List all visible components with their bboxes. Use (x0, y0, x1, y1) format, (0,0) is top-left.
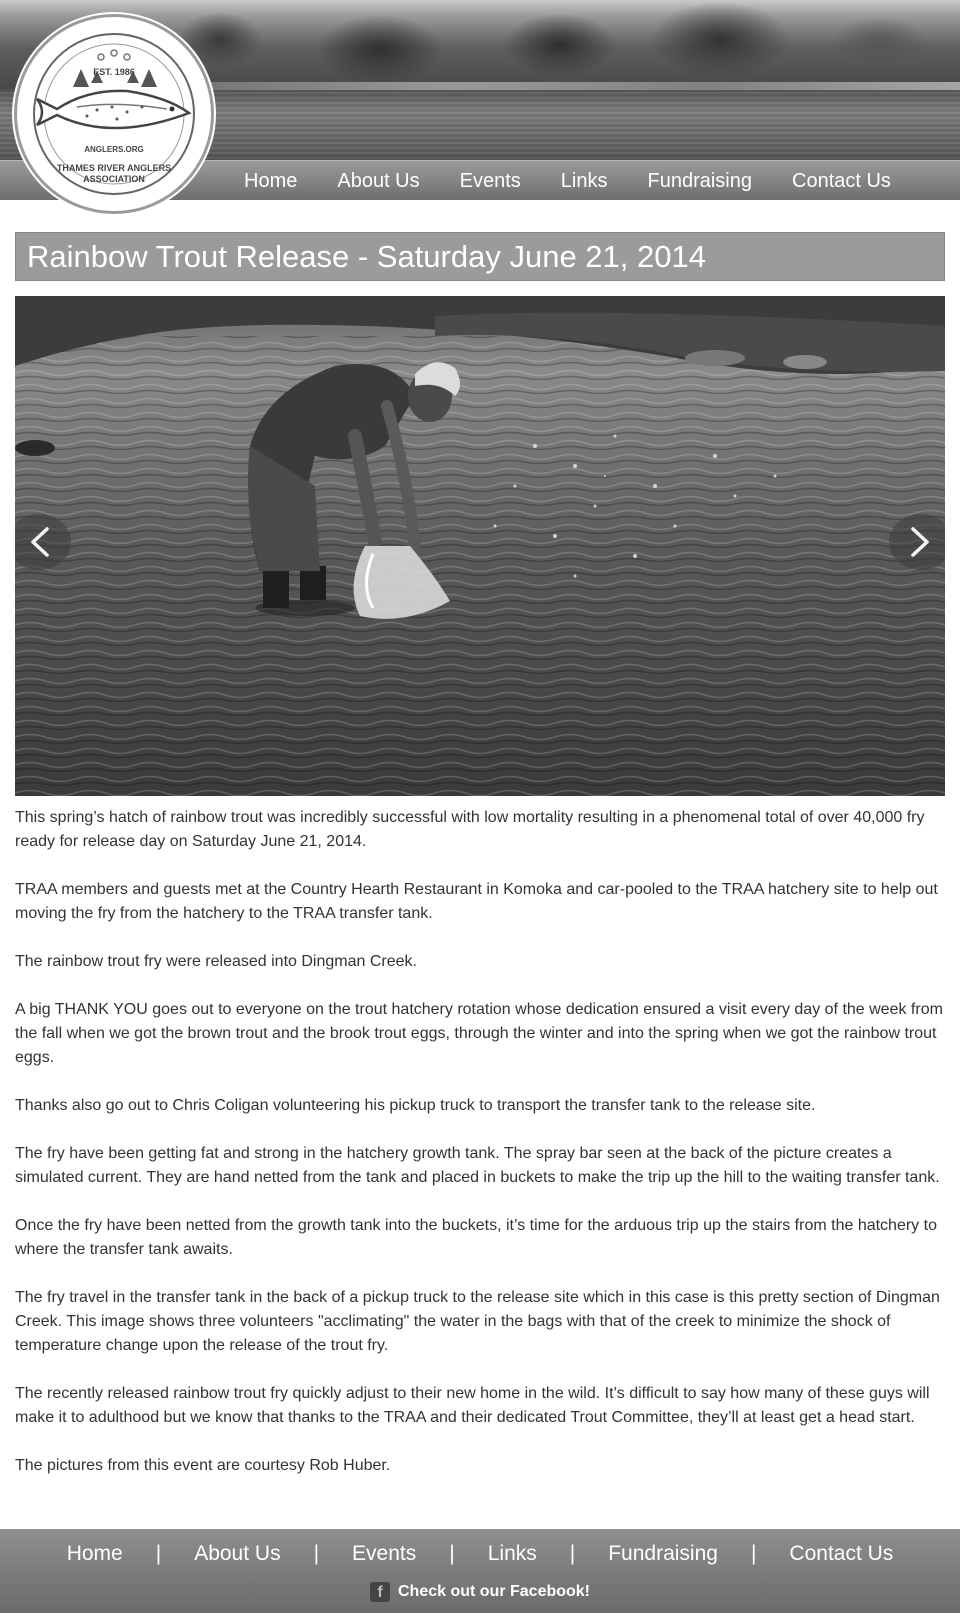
site-footer: Home | About Us | Events | Links | Fundr… (0, 1529, 960, 1613)
nav-contact-us[interactable]: Contact Us (772, 170, 911, 193)
nav-links[interactable]: Links (541, 170, 628, 193)
logo-established: EST. 1986 (93, 67, 135, 77)
article-paragraph: TRAA members and guests met at the Count… (15, 881, 938, 922)
footer-link-links[interactable]: Links (488, 1542, 537, 1566)
article-paragraph: The fry have been getting fat and strong… (15, 1145, 940, 1186)
facebook-icon: f (369, 1582, 390, 1602)
banner-shoreline (200, 82, 960, 90)
chevron-left-icon (31, 527, 49, 557)
article-paragraph: This spring’s hatch of rainbow trout was… (15, 809, 925, 850)
facebook-link[interactable]: f Check out our Facebook! (0, 1579, 960, 1605)
nav-fundraising[interactable]: Fundraising (627, 170, 772, 193)
footer-navigation: Home | About Us | Events | Links | Fundr… (0, 1529, 960, 1577)
facebook-link-text: Check out our Facebook! (397, 1583, 591, 1600)
footer-separator: | (750, 1542, 757, 1565)
site-logo[interactable]: EST. 1986 ANGLERS.ORG THAMES RIVER ANGLE… (14, 14, 214, 214)
article-paragraph: Thanks also go out to Chris Coligan volu… (15, 1097, 816, 1114)
article-paragraph: The rainbow trout fry were released into… (15, 953, 417, 970)
nav-about-us[interactable]: About Us (317, 170, 439, 193)
nav-home[interactable]: Home (224, 170, 317, 193)
article-paragraph: The recently released rainbow trout fry … (15, 1385, 930, 1426)
nav-events[interactable]: Events (440, 170, 541, 193)
footer-separator: | (449, 1542, 455, 1565)
article-body: This spring’s hatch of rainbow trout was… (15, 806, 945, 1502)
slideshow-next-button[interactable] (889, 514, 945, 570)
footer-link-contact-us[interactable]: Contact Us (789, 1542, 893, 1566)
slideshow-photo (15, 296, 945, 796)
footer-link-home[interactable]: Home (67, 1542, 123, 1566)
footer-link-events[interactable]: Events (352, 1542, 416, 1566)
footer-separator: | (313, 1542, 320, 1565)
article-paragraph: Once the fry have been netted from the g… (15, 1217, 937, 1258)
footer-link-about-us[interactable]: About Us (194, 1542, 280, 1566)
logo-organization: THAMES RIVER ANGLERS ASSOCIATION (56, 163, 172, 184)
article-paragraph: The pictures from this event are courtes… (15, 1457, 391, 1474)
nav-list: Home About Us Events Links Fundraising C… (224, 161, 911, 201)
page-title: Rainbow Trout Release - Saturday June 21… (27, 239, 706, 274)
article-paragraph: A big THANK YOU goes out to everyone on … (15, 1001, 943, 1066)
article-paragraph: The fry travel in the transfer tank in t… (15, 1289, 940, 1354)
footer-separator: | (569, 1542, 576, 1565)
site-header: Home About Us Events Links Fundraising C… (0, 0, 960, 214)
photo-slideshow[interactable] (15, 296, 945, 796)
chevron-right-icon (911, 527, 929, 557)
logo-website: ANGLERS.ORG (84, 145, 144, 154)
footer-separator: | (155, 1542, 162, 1565)
footer-link-fundraising[interactable]: Fundraising (608, 1542, 718, 1566)
slideshow-prev-button[interactable] (15, 514, 71, 570)
page-title-bar: Rainbow Trout Release - Saturday June 21… (15, 232, 945, 281)
